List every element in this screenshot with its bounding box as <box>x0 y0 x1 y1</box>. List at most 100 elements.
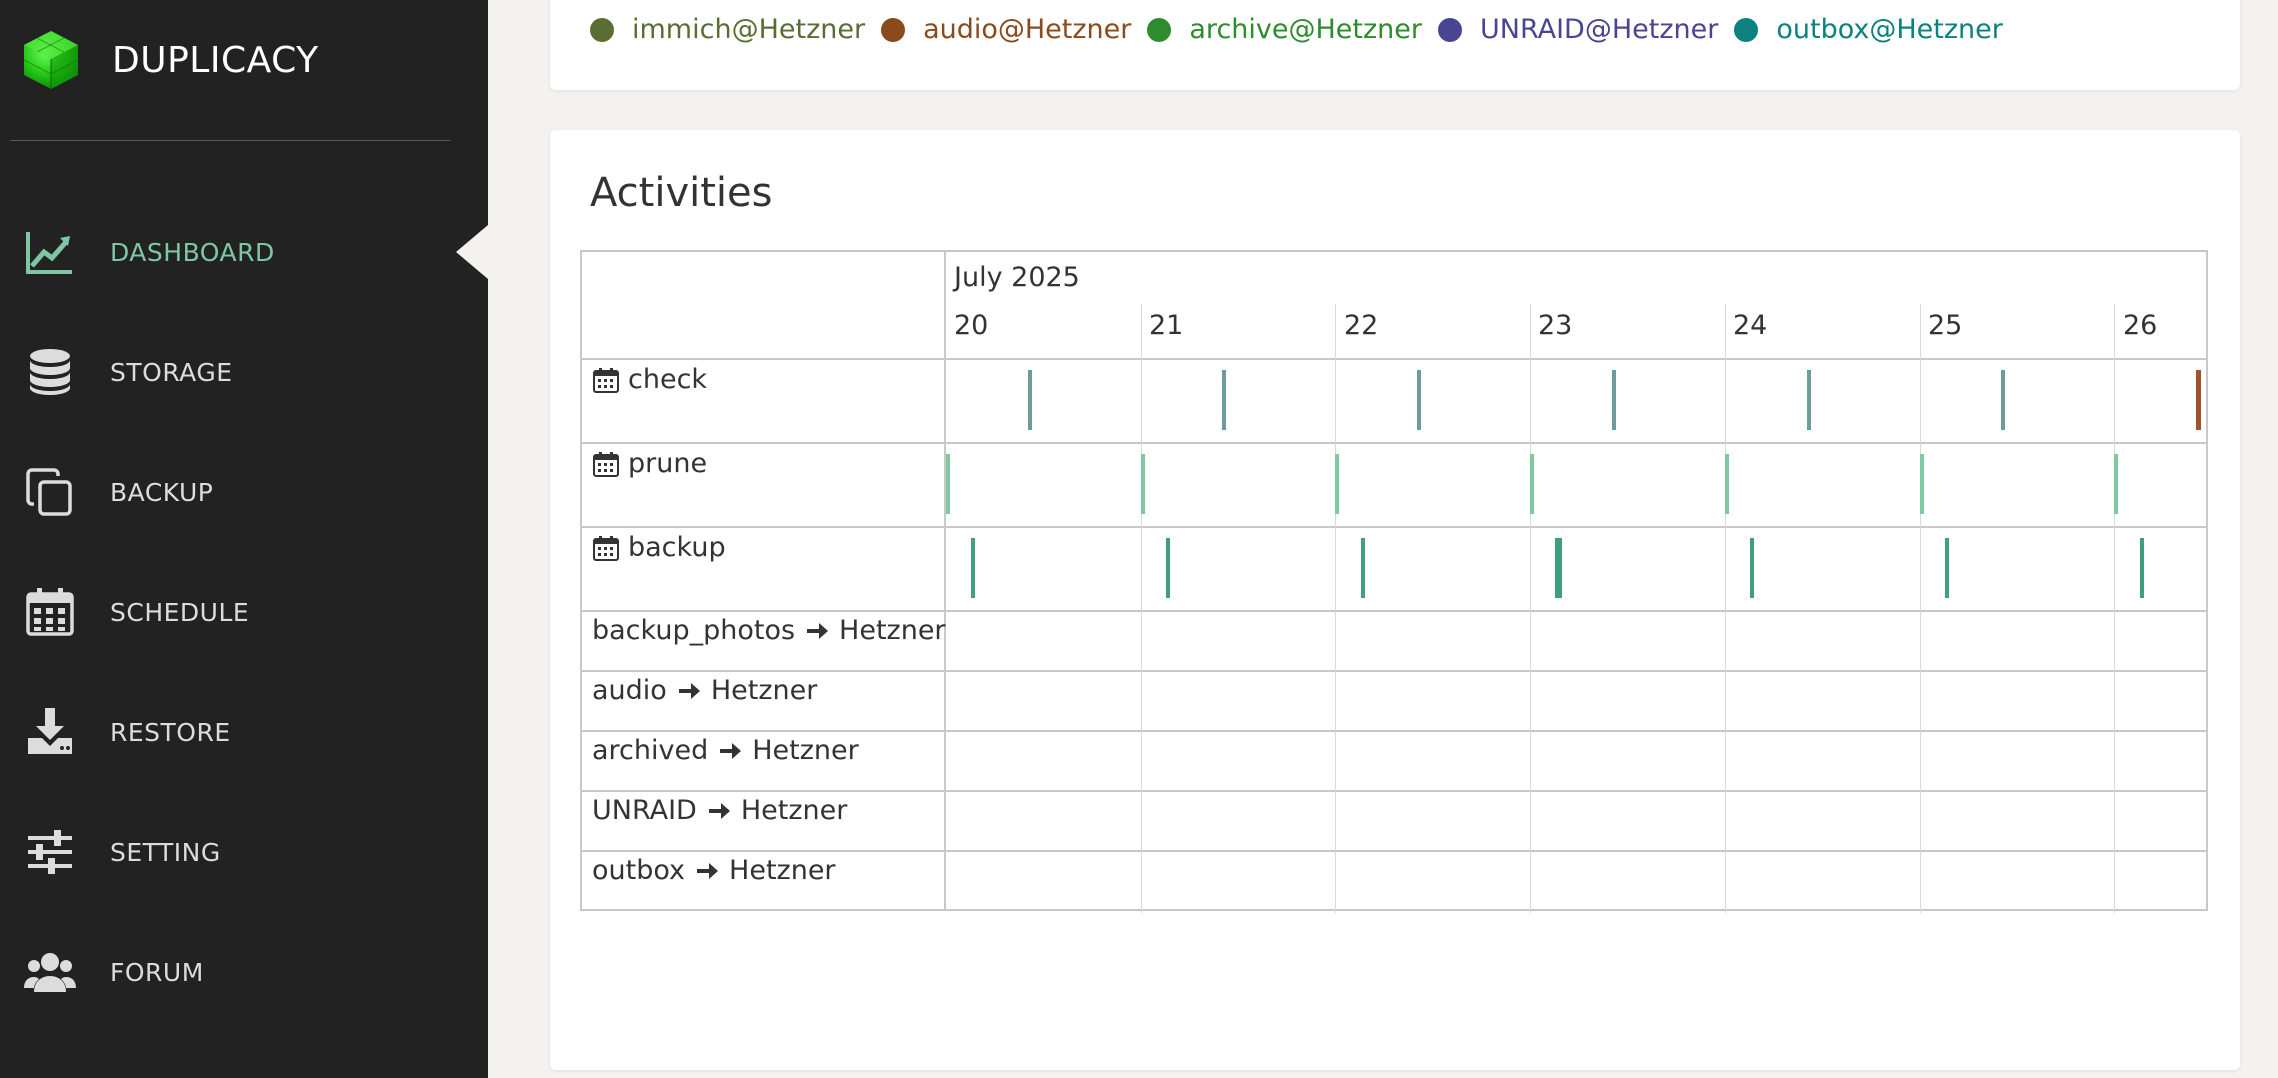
timeline-row-divider <box>582 670 2206 672</box>
activity-event-check[interactable] <box>1417 370 1422 430</box>
row-label-job: backup_photos Hetzner <box>592 615 946 646</box>
legend-item-archive[interactable]: archive@Hetzner <box>1147 14 1422 45</box>
activity-event-backup[interactable] <box>1360 538 1365 598</box>
copy-icon <box>22 464 78 520</box>
legend-dot <box>881 17 906 42</box>
arrow-right-icon <box>720 742 742 759</box>
job-target: Hetzner <box>710 675 818 706</box>
calendar-icon <box>593 451 619 477</box>
legend-dot <box>1438 17 1462 42</box>
active-indicator <box>456 225 488 279</box>
activity-event-check[interactable] <box>2195 370 2201 430</box>
activity-event-prune[interactable] <box>1140 454 1145 514</box>
sidebar-item-label: FORUM <box>110 957 204 987</box>
legend-item-unraid[interactable]: UNRAID@Hetzner <box>1438 14 1718 45</box>
job-source: outbox <box>592 855 686 886</box>
timeline-day-divider <box>1919 304 1921 913</box>
activity-event-check[interactable] <box>2001 370 2006 430</box>
activity-event-prune[interactable] <box>2114 454 2119 514</box>
job-source: UNRAID <box>592 795 697 826</box>
calendar-icon <box>593 367 619 393</box>
timeline-row-divider <box>582 442 2206 444</box>
users-icon <box>22 944 78 1000</box>
timeline-day: 21 <box>1149 310 1184 341</box>
job-target: Hetzner <box>839 615 946 646</box>
timeline-day: 20 <box>954 310 989 341</box>
storage-legend: immich@Hetzner audio@Hetzner archive@Het… <box>590 14 2019 45</box>
activity-event-prune[interactable] <box>1919 454 1924 514</box>
app-name: DUPLICACY <box>112 39 319 81</box>
timeline-day: 26 <box>2123 310 2158 341</box>
job-target: Hetzner <box>740 795 848 826</box>
label-column-border <box>944 252 946 909</box>
timeline-day-divider <box>1335 304 1337 913</box>
calendar-icon <box>593 535 619 561</box>
sidebar-nav: DASHBOARD STORAGE BACKUP SCHEDULE RESTOR… <box>0 192 488 1032</box>
chart-line-icon <box>22 224 78 280</box>
activity-event-prune[interactable] <box>946 454 950 514</box>
legend-label: archive@Hetzner <box>1189 14 1422 45</box>
row-label-text: backup <box>628 532 726 563</box>
legend-dot <box>1147 17 1172 42</box>
legend-card: immich@Hetzner audio@Hetzner archive@Het… <box>550 0 2240 90</box>
activity-timeline: July 2025 20 21 22 23 24 25 26 check pru… <box>580 250 2208 913</box>
timeline-day: 25 <box>1928 310 1963 341</box>
row-label-prune: prune <box>592 448 707 479</box>
sidebar-item-setting[interactable]: SETTING <box>0 792 488 912</box>
timeline-day-divider <box>1724 304 1726 913</box>
brand[interactable]: DUPLICACY <box>18 28 319 92</box>
activity-event-prune[interactable] <box>1335 454 1340 514</box>
activity-event-backup[interactable] <box>2139 538 2144 598</box>
sidebar-item-schedule[interactable]: SCHEDULE <box>0 552 488 672</box>
job-source: audio <box>592 675 667 706</box>
sidebar-item-backup[interactable]: BACKUP <box>0 432 488 552</box>
legend-label: UNRAID@Hetzner <box>1480 14 1719 45</box>
activity-event-check[interactable] <box>1611 370 1616 430</box>
sidebar-item-label: BACKUP <box>110 477 214 507</box>
job-target: Hetzner <box>729 855 836 886</box>
row-label-text: prune <box>628 448 708 479</box>
timeline-row-divider <box>582 358 2206 360</box>
sidebar-item-storage[interactable]: STORAGE <box>0 312 488 432</box>
sidebar-item-label: SETTING <box>110 837 221 867</box>
activity-event-prune[interactable] <box>1724 454 1729 514</box>
legend-item-immich[interactable]: immich@Hetzner <box>590 14 865 45</box>
legend-item-outbox[interactable]: outbox@Hetzner <box>1734 14 2003 45</box>
sidebar-item-label: RESTORE <box>110 717 231 747</box>
legend-label: audio@Hetzner <box>923 14 1132 45</box>
activity-event-check[interactable] <box>1027 370 1032 430</box>
activity-event-check[interactable] <box>1222 370 1227 430</box>
activity-event-backup[interactable] <box>1944 538 1949 598</box>
activities-card: Activities July 2025 20 21 22 23 24 25 2… <box>550 130 2240 1070</box>
sidebar-item-label: DASHBOARD <box>110 237 275 267</box>
row-label-text: check <box>628 364 708 395</box>
activity-event-backup[interactable] <box>1555 538 1563 598</box>
database-icon <box>22 344 78 400</box>
row-label-job: outbox Hetzner <box>592 855 836 886</box>
timeline-row-divider <box>582 610 2206 612</box>
sidebar-item-dashboard[interactable]: DASHBOARD <box>0 192 488 312</box>
row-label-job: archived Hetzner <box>592 735 859 766</box>
legend-dot <box>1734 17 1759 42</box>
timeline-month: July 2025 <box>954 262 1080 293</box>
activity-event-backup[interactable] <box>971 538 976 598</box>
row-label-job: audio Hetzner <box>592 675 817 706</box>
timeline-day-divider <box>1140 304 1142 913</box>
row-label-job: UNRAID Hetzner <box>592 795 847 826</box>
legend-label: outbox@Hetzner <box>1776 14 2003 45</box>
timeline-row-divider <box>582 526 2206 528</box>
download-icon <box>22 704 78 760</box>
job-source: backup_photos <box>592 615 796 646</box>
activity-event-backup[interactable] <box>1166 538 1170 598</box>
activity-event-check[interactable] <box>1806 370 1811 430</box>
sidebar-item-restore[interactable]: RESTORE <box>0 672 488 792</box>
row-label-check: check <box>592 364 707 395</box>
job-source: archived <box>592 735 709 766</box>
activity-event-backup[interactable] <box>1750 538 1755 598</box>
sidebar-item-forum[interactable]: FORUM <box>0 912 488 1032</box>
sliders-icon <box>22 824 78 880</box>
activity-event-prune[interactable] <box>1530 454 1535 514</box>
legend-item-audio[interactable]: audio@Hetzner <box>881 14 1131 45</box>
arrow-right-icon <box>708 802 730 819</box>
arrow-right-icon <box>678 682 700 699</box>
